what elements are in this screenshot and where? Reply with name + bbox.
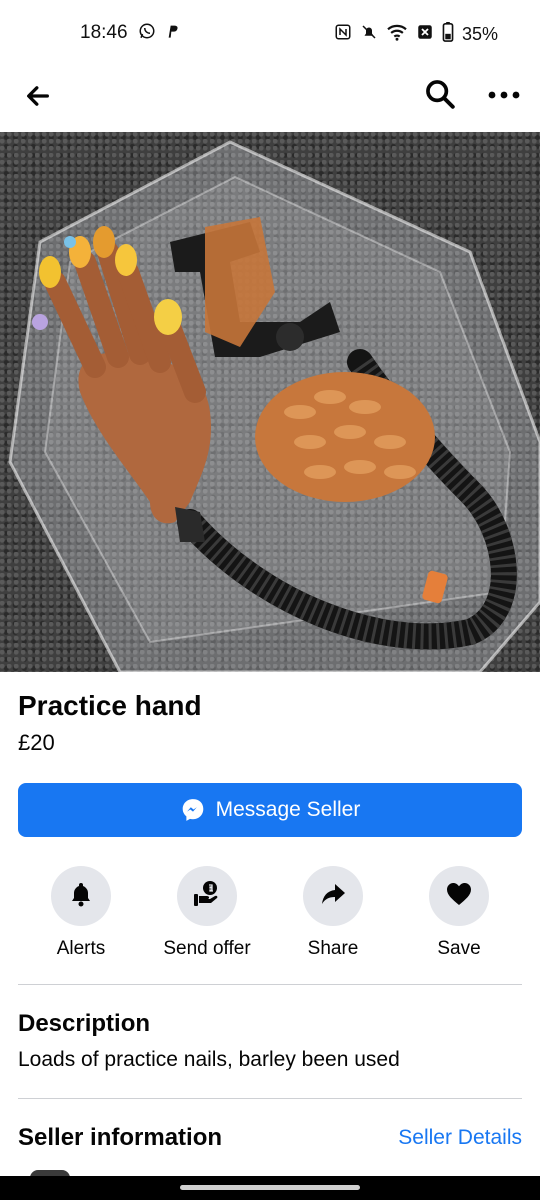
status-notification-icons: [138, 22, 180, 45]
divider: [18, 984, 522, 985]
send-offer-circle[interactable]: [177, 866, 237, 926]
message-seller-label: Message Seller: [215, 798, 361, 821]
practice-hand-photo-illustration: [8, 140, 540, 672]
app-bar: [0, 70, 540, 132]
offer-hand-icon: [192, 880, 222, 913]
seller-information-heading: Seller information: [18, 1124, 223, 1151]
gesture-handle[interactable]: [180, 1185, 360, 1190]
more-horizontal-icon: [487, 87, 521, 105]
heart-icon: [445, 881, 473, 912]
battery-icon: [442, 22, 454, 47]
sim-off-icon: [416, 23, 434, 46]
description-heading: Description: [18, 1010, 151, 1037]
listing-photo[interactable]: [0, 132, 540, 672]
listing-title: Practice hand: [18, 690, 202, 721]
description-text: Loads of practice nails, barley been use…: [18, 1048, 400, 1071]
listing-price: £20: [18, 730, 55, 755]
share-button[interactable]: Share: [273, 866, 393, 960]
system-navigation-bar: [0, 1176, 540, 1200]
message-seller-button[interactable]: Message Seller: [18, 783, 522, 837]
send-offer-label: Send offer: [163, 938, 251, 959]
alerts-label: Alerts: [56, 938, 106, 959]
search-button[interactable]: [418, 74, 462, 118]
send-offer-button[interactable]: Send offer: [147, 866, 267, 960]
status-bar: 18:46 35%: [0, 0, 540, 70]
arrow-left-icon: [24, 82, 52, 115]
share-label: Share: [307, 938, 359, 959]
bell-icon: [69, 881, 93, 912]
more-options-button[interactable]: [482, 74, 526, 118]
save-button[interactable]: Save: [399, 866, 519, 960]
messenger-icon: [180, 797, 206, 823]
status-time: 18:46: [80, 22, 128, 43]
back-button[interactable]: [18, 78, 58, 118]
seller-details-link[interactable]: Seller Details: [398, 1126, 522, 1150]
share-arrow-icon: [319, 881, 347, 912]
nfc-icon: [334, 23, 352, 46]
save-circle[interactable]: [429, 866, 489, 926]
wifi-icon: [386, 23, 408, 46]
save-label: Save: [437, 938, 481, 959]
alerts-circle[interactable]: [51, 866, 111, 926]
alerts-button[interactable]: Alerts: [21, 866, 141, 960]
bell-off-icon: [360, 23, 378, 46]
search-icon: [423, 77, 457, 116]
status-system-icons: 35%: [334, 22, 498, 47]
action-row: Alerts Send offer Share Save: [0, 866, 540, 966]
battery-percent: 35%: [461, 24, 498, 44]
share-circle[interactable]: [303, 866, 363, 926]
whatsapp-icon: [138, 22, 156, 45]
divider: [18, 1098, 522, 1099]
paypal-icon: [164, 22, 180, 45]
